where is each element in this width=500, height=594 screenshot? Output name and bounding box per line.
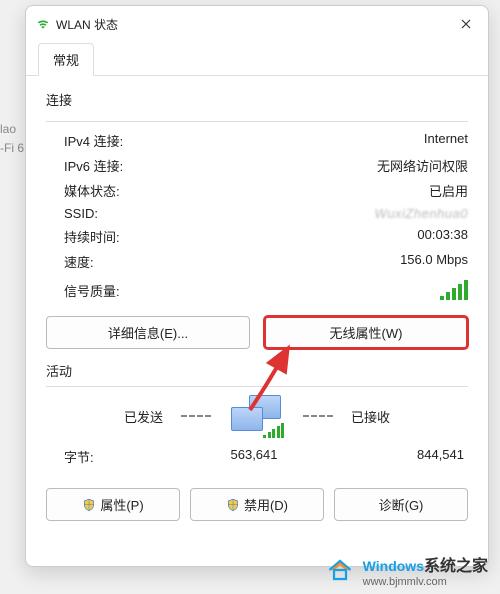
properties-button[interactable]: 属性(P) xyxy=(46,488,180,521)
signal-bars-icon xyxy=(440,280,468,300)
row-ssid: SSID: WuxiZhenhua0 xyxy=(46,203,468,224)
tab-bar: 常规 xyxy=(26,42,488,76)
background-clipped-text: lao -Fi 6 xyxy=(0,120,24,158)
wlan-status-dialog: WLAN 状态 常规 连接 IPv4 连接: Internet IPv6 连接:… xyxy=(25,5,489,567)
duration-value: 00:03:38 xyxy=(417,227,468,246)
bytes-sent: 563,641 xyxy=(164,447,344,466)
activity-graphic: 已发送 已接收 xyxy=(46,395,468,437)
signal-label: 信号质量: xyxy=(64,281,120,300)
dialog-content: 连接 IPv4 连接: Internet IPv6 连接: 无网络访问权限 媒体… xyxy=(26,76,488,566)
ipv4-value: Internet xyxy=(424,131,468,150)
shield-icon xyxy=(82,498,96,512)
dash-icon xyxy=(181,415,211,417)
brand-url: www.bjmmlv.com xyxy=(363,576,488,588)
activity-section: 活动 已发送 已接收 字节: 563,641 844,541 xyxy=(46,357,468,521)
media-value: 已启用 xyxy=(429,181,468,200)
disable-button[interactable]: 禁用(D) xyxy=(190,488,324,521)
speed-label: 速度: xyxy=(64,252,94,271)
bytes-label: 字节: xyxy=(64,447,164,466)
separator xyxy=(46,121,468,122)
wireless-properties-button[interactable]: 无线属性(W) xyxy=(264,316,468,349)
house-logo-icon xyxy=(325,555,355,585)
shield-icon xyxy=(226,498,240,512)
diagnose-button-label: 诊断(G) xyxy=(379,495,424,514)
duration-label: 持续时间: xyxy=(64,227,120,246)
row-speed: 速度: 156.0 Mbps xyxy=(46,249,468,274)
connection-heading: 连接 xyxy=(46,90,468,109)
activity-heading: 活动 xyxy=(46,361,468,380)
diagnose-button[interactable]: 诊断(G) xyxy=(334,488,468,521)
row-ipv6: IPv6 连接: 无网络访问权限 xyxy=(46,153,468,178)
window-title: WLAN 状态 xyxy=(56,16,450,33)
properties-button-label: 属性(P) xyxy=(100,495,143,514)
network-computers-icon xyxy=(229,395,285,437)
row-media: 媒体状态: 已启用 xyxy=(46,178,468,203)
ipv6-value: 无网络访问权限 xyxy=(377,156,468,175)
disable-button-label: 禁用(D) xyxy=(244,495,288,514)
title-bar: WLAN 状态 xyxy=(26,6,488,40)
close-button[interactable] xyxy=(450,12,482,36)
row-ipv4: IPv4 连接: Internet xyxy=(46,128,468,153)
media-label: 媒体状态: xyxy=(64,181,120,200)
ipv6-label: IPv6 连接: xyxy=(64,156,123,175)
row-signal: 信号质量: xyxy=(46,274,468,306)
row-duration: 持续时间: 00:03:38 xyxy=(46,224,468,249)
ssid-label: SSID: xyxy=(64,206,98,221)
bottom-buttons: 属性(P) 禁用(D) 诊断(G) xyxy=(46,488,468,521)
ssid-value: WuxiZhenhua0 xyxy=(375,206,468,221)
brand-en: Windows xyxy=(363,558,424,574)
ipv4-label: IPv4 连接: xyxy=(64,131,123,150)
wifi-icon xyxy=(36,17,50,31)
watermark: Windows系统之家 www.bjmmlv.com xyxy=(325,552,488,588)
bytes-row: 字节: 563,641 844,541 xyxy=(46,447,468,466)
details-button[interactable]: 详细信息(E)... xyxy=(46,316,250,349)
sent-label: 已发送 xyxy=(124,407,163,426)
recv-label: 已接收 xyxy=(351,407,390,426)
brand-cn: 系统之家 xyxy=(424,558,488,575)
bytes-received: 844,541 xyxy=(344,447,468,466)
connection-buttons: 详细信息(E)... 无线属性(W) xyxy=(46,316,468,349)
speed-value: 156.0 Mbps xyxy=(400,252,468,271)
tab-general[interactable]: 常规 xyxy=(38,43,94,76)
watermark-text: Windows系统之家 www.bjmmlv.com xyxy=(363,552,488,588)
separator xyxy=(46,386,468,387)
dash-icon xyxy=(303,415,333,417)
